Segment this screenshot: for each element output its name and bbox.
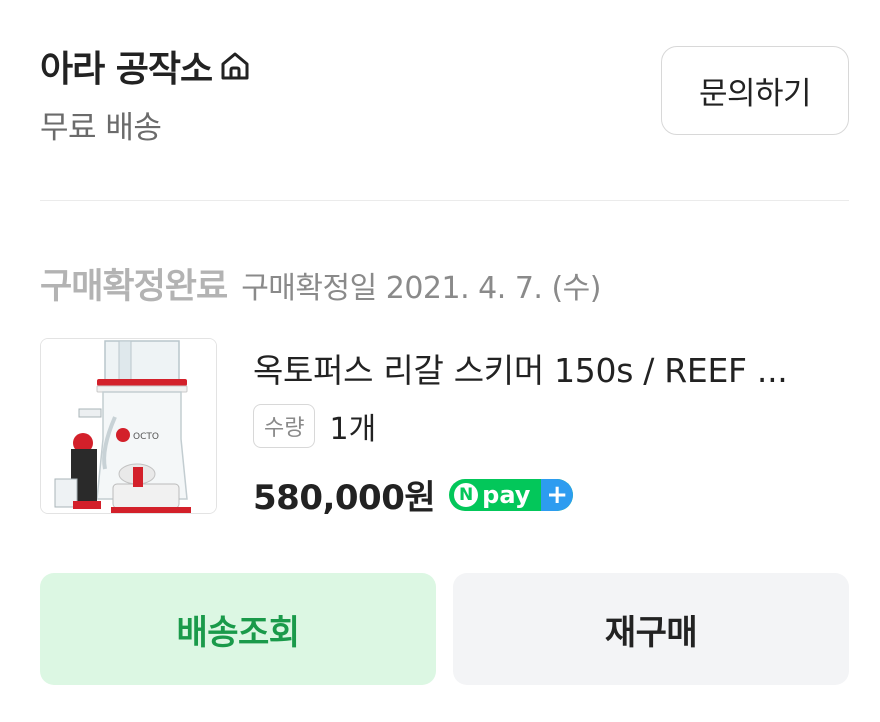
home-icon[interactable]: [218, 49, 252, 83]
order-status: 구매확정완료: [40, 267, 228, 307]
store-name[interactable]: 아라 공작소: [40, 40, 213, 92]
track-delivery-button[interactable]: 배송조회: [40, 573, 436, 685]
quantity-row: 수량 1개: [253, 404, 376, 448]
product-price: 580,000원: [253, 478, 436, 518]
shipping-info: 무료 배송: [40, 110, 162, 146]
product-thumbnail[interactable]: OCTO: [40, 338, 217, 514]
product-name[interactable]: 옥토퍼스 리갈 스키머 150s / REEF ...: [253, 344, 843, 392]
divider: [40, 200, 849, 201]
rebuy-button[interactable]: 재구매: [453, 573, 849, 685]
svg-text:OCTO: OCTO: [133, 432, 159, 442]
npay-n-icon: N: [454, 482, 479, 507]
price-row: 580,000원 N pay +: [253, 470, 574, 519]
inquiry-button[interactable]: 문의하기: [661, 46, 849, 135]
quantity-badge: 수량: [253, 404, 316, 448]
npay-plus-badge: N pay +: [449, 478, 574, 511]
quantity-value: 1개: [329, 412, 377, 447]
order-status-row: 구매확정완료 구매확정일 2021. 4. 7. (수): [40, 258, 601, 309]
confirm-date: 구매확정일 2021. 4. 7. (수): [241, 271, 601, 306]
plus-icon: +: [541, 478, 574, 511]
npay-text: pay: [482, 480, 531, 509]
store-header: 아라 공작소: [40, 40, 252, 92]
